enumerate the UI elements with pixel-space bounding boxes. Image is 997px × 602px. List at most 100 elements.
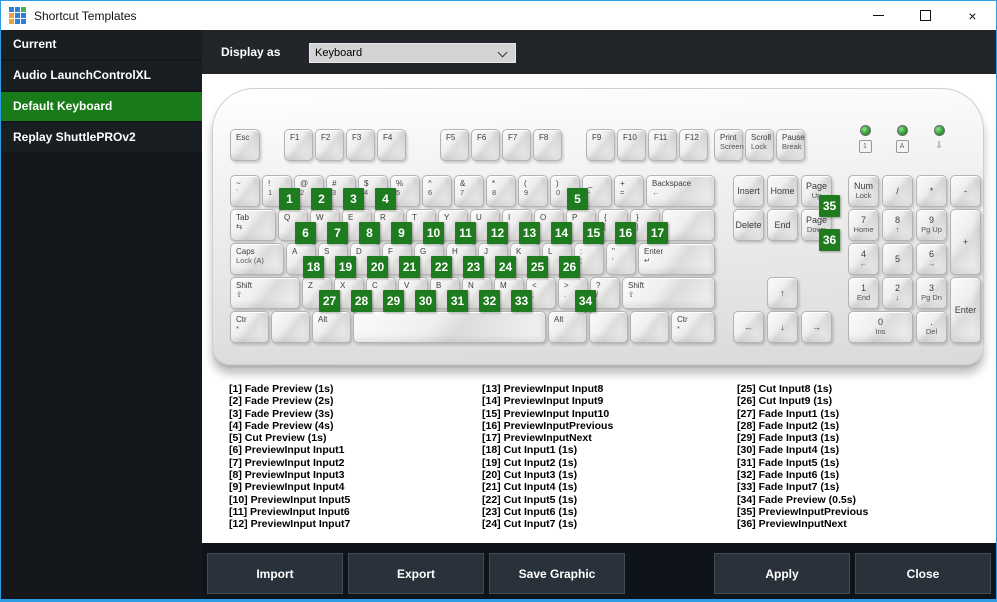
key-win-right[interactable] [589,311,628,343]
shortcut-badge-7: 7 [327,222,348,244]
key-f9[interactable]: F9 [586,129,615,161]
shortcut-item: [9] PreviewInput Input4 [229,481,345,494]
key-arrow-up[interactable]: ↑ [767,277,798,309]
shortcut-badge-29: 29 [383,290,404,312]
shortcut-badge-22: 22 [431,256,452,278]
close-button[interactable]: × [949,1,996,30]
led-dot-icon [896,125,908,136]
key-f4[interactable]: F4 [377,129,406,161]
key-shift-right[interactable]: Shift ⇧ [622,277,715,309]
shortcut-badge-27: 27 [319,290,340,312]
key-shift-left[interactable]: Shift ⇧ [230,277,300,309]
shortcut-item: [6] PreviewInput Input1 [229,444,345,457]
key-6[interactable]: ^ 6 [422,175,452,207]
key-9[interactable]: (9 [518,175,548,207]
key-f6[interactable]: F6 [471,129,500,161]
key-space[interactable] [353,311,546,343]
key-num-lock[interactable]: Num Lock [848,175,879,207]
key-np-3[interactable]: 3 Pg Dn [916,277,947,309]
key-np-9[interactable]: 9 Pg Up [916,209,947,241]
key-np-multiply[interactable]: * [916,175,947,207]
key-arrow-down[interactable]: ↓ [767,311,798,343]
key-backspace[interactable]: Backspace ← [646,175,715,207]
shortcut-item: [3] Fade Preview (3s) [229,407,334,420]
shortcut-item: [18] Cut Input1 (1s) [482,444,578,457]
key-np-8[interactable]: 8 ↑ [882,209,913,241]
shortcut-badge-14: 14 [551,222,572,244]
shortcut-badge-34: 34 [575,290,596,312]
key-tab[interactable]: Tab ⇆ [230,209,276,241]
key-caps-lock[interactable]: Caps Lock (A) [230,243,284,275]
sidebar-item-audio-launchcontrolxl[interactable]: Audio LaunchControlXL [1,61,202,90]
key-print-screen[interactable]: Print Screen [714,129,744,161]
sidebar-item-current[interactable]: Current [1,30,202,59]
export-button[interactable]: Export [348,553,484,594]
key-f2[interactable]: F2 [315,129,344,161]
key-scroll-lock[interactable]: Scroll Lock [745,129,774,161]
minimize-icon [873,15,884,16]
key-np-divide[interactable]: / [882,175,913,207]
key-win-left[interactable] [271,311,310,343]
display-as-label: Display as [221,45,281,59]
key-np-minus[interactable]: - [950,175,981,207]
key-np-2[interactable]: 2 ↓ [882,277,913,309]
key-f11[interactable]: F11 [648,129,677,161]
maximize-button[interactable] [902,1,949,30]
shortcut-col-2: [13] PreviewInput Input8 [14] PreviewInpu… [482,383,732,531]
key-f12[interactable]: F12 [679,129,708,161]
save-graphic-button[interactable]: Save Graphic [489,553,625,594]
shortcut-badge-24: 24 [495,256,516,278]
key-np-dot[interactable]: . Del [916,311,947,343]
shortcut-item: [34] Fade Preview (0.5s) [737,493,857,506]
key-f1[interactable]: F1 [284,129,313,161]
key-equals[interactable]: + = [614,175,644,207]
shortcut-item: [29] Fade Input3 (1s) [737,432,840,445]
minimize-button[interactable] [855,1,902,30]
key-blank[interactable] [662,209,715,241]
shortcut-badge-17: 17 [647,222,668,244]
shortcut-badge-12: 12 [487,222,508,244]
key-insert[interactable]: Insert [733,175,764,207]
key-end[interactable]: End [767,209,798,241]
shortcut-badge-25: 25 [527,256,548,278]
shortcut-item: [7] PreviewInput Input2 [229,456,345,469]
key-home[interactable]: Home [767,175,798,207]
key-esc[interactable]: Esc [230,129,260,161]
key-f3[interactable]: F3 [346,129,375,161]
key-np-1[interactable]: 1 End [848,277,879,309]
key-np-5[interactable]: 5 [882,243,913,275]
apply-button[interactable]: Apply [714,553,850,594]
sidebar-item-replay-shuttleprov2[interactable]: Replay ShuttlePROv2 [1,123,202,152]
key-ctrl-right[interactable]: Ctr * [671,311,715,343]
key-quote[interactable]: " ' [606,243,636,275]
import-button[interactable]: Import [207,553,343,594]
shortcut-item: [27] Fade Input1 (1s) [737,407,840,420]
key-np-7[interactable]: 7 Home [848,209,879,241]
sidebar-item-default-keyboard[interactable]: Default Keyboard [1,92,202,121]
key-f8[interactable]: F8 [533,129,562,161]
key-np-enter[interactable]: Enter [950,277,981,343]
key-enter[interactable]: Enter ↵ [638,243,715,275]
key-7[interactable]: & 7 [454,175,484,207]
key-ctrl-left[interactable]: Ctr * [230,311,269,343]
key-menu[interactable] [630,311,669,343]
key-np-6[interactable]: 6 → [916,243,947,275]
key-8[interactable]: * 8 [486,175,516,207]
key-alt-right[interactable]: Alt [548,311,587,343]
key-arrow-left[interactable]: ← [733,311,764,343]
close-button[interactable]: Close [855,553,991,594]
key-np-0[interactable]: 0 Ins [848,311,913,343]
key-f10[interactable]: F10 [617,129,646,161]
key-f7[interactable]: F7 [502,129,531,161]
shortcut-item: [4] Fade Preview (4s) [229,419,334,432]
key-alt-left[interactable]: Alt [312,311,351,343]
key-backtick[interactable]: ~ ` [230,175,260,207]
key-np-plus[interactable]: + [950,209,981,275]
key-pause-break[interactable]: Pause Break [776,129,805,161]
display-as-select[interactable]: Keyboard [309,43,516,63]
key-delete[interactable]: Delete [733,209,764,241]
shortcut-badge-30: 30 [415,290,436,312]
key-f5[interactable]: F5 [440,129,469,161]
key-np-4[interactable]: 4 ← [848,243,879,275]
key-arrow-right[interactable]: → [801,311,832,343]
